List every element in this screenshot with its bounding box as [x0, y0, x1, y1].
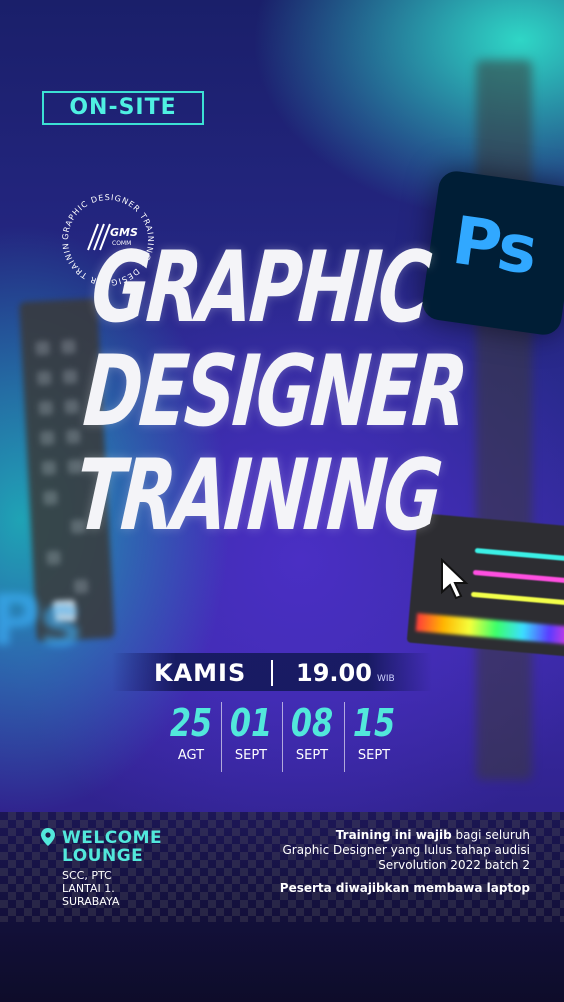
- info-line1-rest: bagi seluruh: [451, 828, 530, 842]
- spectrum-bar: [415, 613, 564, 646]
- date-month: AGT: [177, 748, 205, 763]
- info-line3: Servolution 2022 batch 2: [378, 858, 530, 872]
- date-month: SEPT: [295, 748, 329, 763]
- event-title: GRAPHIC DESIGNER TRAINING: [72, 231, 469, 553]
- date-day: 08: [290, 701, 334, 745]
- cyan-stroke: [474, 547, 564, 563]
- onsite-tag: ON-SITE: [42, 91, 204, 125]
- venue-address: SCC, PTC LANTAI 1. SURABAYA: [62, 869, 119, 908]
- date-day: 25: [169, 701, 213, 745]
- info-line2: Graphic Designer yang lulus tahap audisi: [282, 843, 531, 857]
- address-line2: LANTAI 1.: [62, 882, 115, 895]
- date-month: SEPT: [234, 748, 268, 763]
- date-day: 15: [352, 701, 396, 745]
- venue-name: WELCOME LOUNGE: [62, 829, 162, 865]
- yellow-stroke: [470, 591, 564, 607]
- schedule-time: 19.00: [296, 659, 372, 687]
- cursor-arrow-icon: [441, 558, 469, 600]
- magenta-stroke: [472, 569, 564, 585]
- date-cell: 25 AGT: [162, 700, 220, 766]
- venue-name-line1: WELCOME: [62, 828, 163, 848]
- eligibility-info: Training ini wajib bagi seluruh Graphic …: [230, 828, 531, 873]
- venue-name-line2: LOUNGE: [62, 846, 144, 866]
- date-day: 01: [229, 701, 273, 745]
- laptop-note: Peserta diwajibkan membawa laptop: [279, 881, 530, 895]
- session-dates: 25 AGT 01 SEPT 08 SEPT 15 SEPT: [162, 700, 402, 775]
- info-bold-lead: Training ini wajib: [335, 828, 452, 842]
- event-poster: Ps Ps ON-SITE GRAPHIC DESIGNER TRAINING …: [0, 0, 564, 1002]
- photoshop-badge: Ps: [420, 168, 564, 338]
- schedule-day: KAMIS: [154, 659, 247, 687]
- address-line3: SURABAYA: [62, 895, 120, 908]
- blurred-photoshop-logo: Ps: [0, 580, 82, 662]
- blurred-toolbar-right: [476, 60, 532, 780]
- address-line1: SCC, PTC: [62, 869, 112, 882]
- schedule-divider: [271, 660, 273, 686]
- title-line-2: DESIGNER: [79, 335, 469, 449]
- date-month: SEPT: [357, 748, 391, 763]
- title-line-3: TRAINING: [72, 439, 444, 553]
- title-line-1: GRAPHIC: [87, 231, 432, 345]
- date-cell: 15 SEPT: [345, 700, 403, 766]
- date-cell: 08 SEPT: [283, 700, 341, 766]
- photoshop-badge-text: Ps: [448, 201, 541, 290]
- date-cell: 01 SEPT: [222, 700, 280, 766]
- schedule-timezone: WIB: [377, 674, 395, 684]
- location-pin-icon: [41, 828, 55, 846]
